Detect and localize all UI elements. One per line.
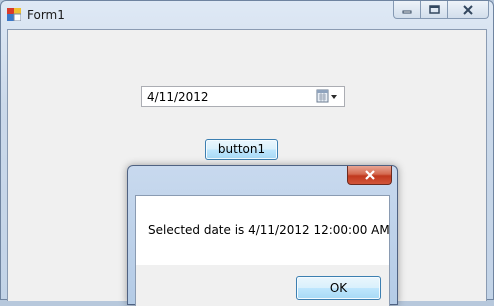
minimize-icon xyxy=(402,10,412,13)
title-bar[interactable]: Form1 xyxy=(1,1,493,29)
button1[interactable]: button1 xyxy=(205,139,278,160)
app-icon xyxy=(7,8,22,22)
window-title: Form1 xyxy=(27,8,65,22)
maximize-icon xyxy=(428,5,440,14)
date-picker[interactable]: 4/11/2012 xyxy=(141,86,345,107)
dialog-message-area: Selected date is 4/11/2012 12:00:00 AM xyxy=(135,195,390,265)
close-button[interactable] xyxy=(447,1,489,19)
calendar-dropdown-icon[interactable] xyxy=(316,89,340,104)
minimize-button[interactable] xyxy=(393,1,421,19)
dialog-close-button[interactable] xyxy=(347,166,392,185)
ok-button[interactable]: OK xyxy=(296,276,381,300)
dialog-message: Selected date is 4/11/2012 12:00:00 AM xyxy=(148,223,390,237)
maximize-button[interactable] xyxy=(420,1,448,19)
close-icon xyxy=(364,170,375,180)
date-picker-value: 4/11/2012 xyxy=(147,90,209,104)
close-icon xyxy=(463,4,473,15)
caption-buttons xyxy=(393,1,489,20)
message-box-dialog: Selected date is 4/11/2012 12:00:00 AM O… xyxy=(127,165,398,306)
